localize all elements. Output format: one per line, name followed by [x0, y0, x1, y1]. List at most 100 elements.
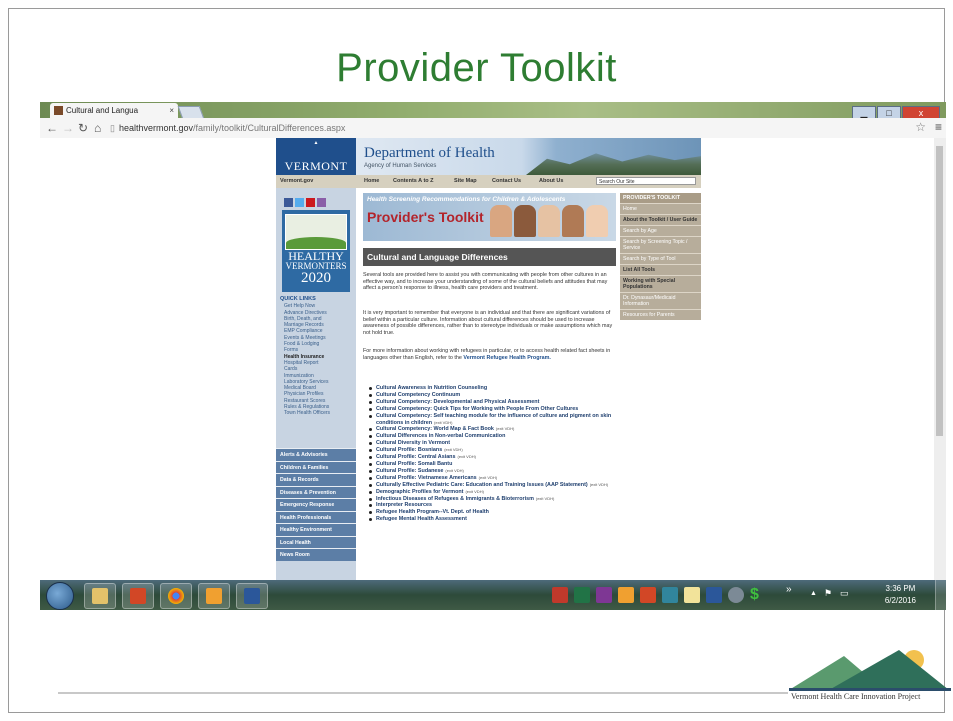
- category-item[interactable]: Children & Families: [276, 460, 356, 473]
- chrome-taskbar-button[interactable]: [160, 583, 192, 609]
- word-quick-icon[interactable]: [706, 587, 722, 603]
- twitter-icon[interactable]: [295, 198, 304, 207]
- excel-icon[interactable]: [574, 587, 590, 603]
- outlook-taskbar-button[interactable]: [198, 583, 230, 609]
- resource-link[interactable]: Refugee Health Program--Vt. Dept. of Hea…: [368, 509, 613, 516]
- network-icon[interactable]: ▭: [840, 588, 849, 599]
- explorer-taskbar-button[interactable]: [84, 583, 116, 609]
- category-item[interactable]: Healthy Environment: [276, 523, 356, 536]
- category-item[interactable]: Emergency Response: [276, 498, 356, 511]
- resource-link[interactable]: Cultural Profile: Bosnians (exit VDH): [368, 447, 613, 454]
- resource-link-text[interactable]: Culturally Effective Pediatric Care: Edu…: [376, 482, 588, 488]
- resource-link-text[interactable]: Cultural Diversity in Vermont: [376, 440, 450, 446]
- resource-link[interactable]: Infectious Diseases of Refugees & Immigr…: [368, 496, 613, 503]
- resource-link-text[interactable]: Cultural Competency: World Map & Fact Bo…: [376, 426, 494, 432]
- category-item[interactable]: Alerts & Advisories: [276, 448, 356, 461]
- resource-link-text[interactable]: Interpreter Resources: [376, 502, 432, 508]
- acrobat-icon[interactable]: [552, 587, 568, 603]
- nav-site-map[interactable]: Site Map: [454, 178, 477, 184]
- tools-icon[interactable]: [728, 587, 744, 603]
- resource-link[interactable]: Cultural Profile: Vietnamese Americans (e…: [368, 475, 613, 482]
- forward-arrow-icon[interactable]: →: [62, 121, 74, 135]
- category-item[interactable]: Data & Records: [276, 473, 356, 486]
- resource-link-text[interactable]: Refugee Health Program--Vt. Dept. of Hea…: [376, 509, 489, 515]
- url-field[interactable]: ▯ healthvermont.gov/family/toolkit/Cultur…: [110, 121, 910, 135]
- outlook-quick-icon[interactable]: [618, 587, 634, 603]
- toolkit-menu-item[interactable]: Search by Type of Tool: [620, 253, 701, 264]
- resource-link-text[interactable]: Cultural Competency: Self teaching modul…: [376, 413, 611, 426]
- resource-link[interactable]: Cultural Differences in Non-verbal Commu…: [368, 433, 613, 440]
- resource-link-text[interactable]: Refugee Mental Health Assessment: [376, 516, 467, 522]
- resource-link-text[interactable]: Cultural Profile: Sudanese: [376, 468, 443, 474]
- reload-icon[interactable]: ↻: [78, 121, 88, 135]
- quick-link-item[interactable]: Town Health Officers: [280, 410, 354, 416]
- resource-link[interactable]: Cultural Competency: Self teaching modul…: [368, 413, 613, 427]
- category-item[interactable]: News Room: [276, 548, 356, 561]
- toolkit-menu-item[interactable]: Search by Age: [620, 225, 701, 236]
- resource-link-text[interactable]: Cultural Competency: Developmental and P…: [376, 399, 539, 405]
- resource-link[interactable]: Cultural Competency Continuum: [368, 392, 613, 399]
- resource-link-text[interactable]: Cultural Competency: Quick Tips for Work…: [376, 406, 578, 412]
- resource-link[interactable]: Cultural Competency: Quick Tips for Work…: [368, 406, 613, 413]
- dollar-icon[interactable]: $: [750, 587, 766, 603]
- nav-about[interactable]: About Us: [539, 178, 563, 184]
- healthy-vermonters-logo[interactable]: HEALTHY VERMONTERS 2020: [282, 210, 350, 292]
- publisher-icon[interactable]: [662, 587, 678, 603]
- onenote-icon[interactable]: [596, 587, 612, 603]
- site-search-input[interactable]: Search Our Site: [596, 177, 696, 185]
- start-button[interactable]: [46, 582, 74, 610]
- back-arrow-icon[interactable]: ←: [46, 121, 58, 135]
- scroll-thumb[interactable]: [936, 146, 943, 436]
- resource-link-text[interactable]: Demographic Profiles for Vermont: [376, 489, 463, 495]
- resource-link[interactable]: Cultural Profile: Somali Bantu: [368, 461, 613, 468]
- toolkit-menu-item[interactable]: List All Tools: [620, 264, 701, 275]
- nav-contact[interactable]: Contact Us: [492, 178, 521, 184]
- tab-close-icon[interactable]: ×: [169, 103, 174, 118]
- resource-link[interactable]: Demographic Profiles for Vermont (exit VD…: [368, 489, 613, 496]
- vermont-logo[interactable]: ▲ VERMONT: [276, 138, 356, 175]
- category-item[interactable]: Health Professionals: [276, 510, 356, 523]
- facebook-icon[interactable]: [284, 198, 293, 207]
- nav-contents[interactable]: Contents A to Z: [393, 178, 434, 184]
- overflow-chevron-icon[interactable]: »: [786, 584, 792, 595]
- mail-icon[interactable]: [684, 587, 700, 603]
- flag-icon[interactable]: ⚑: [824, 588, 832, 599]
- resource-link[interactable]: Cultural Awareness in Nutrition Counseli…: [368, 385, 613, 392]
- resource-link-text[interactable]: Cultural Profile: Somali Bantu: [376, 461, 452, 467]
- flickr-icon[interactable]: [317, 198, 326, 207]
- browser-tab[interactable]: Cultural and Langua ×: [50, 103, 178, 118]
- resource-link-text[interactable]: Cultural Profile: Bosnians: [376, 447, 442, 453]
- resource-link-text[interactable]: Cultural Profile: Vietnamese Americans: [376, 475, 477, 481]
- menu-icon[interactable]: ≡: [935, 120, 942, 134]
- toolkit-menu-item[interactable]: Resources for Parents: [620, 309, 701, 320]
- nav-home[interactable]: Home: [364, 178, 379, 184]
- clock[interactable]: 3:36 PM 6/2/2016: [885, 583, 916, 607]
- resource-link[interactable]: Cultural Competency: World Map & Fact Bo…: [368, 426, 613, 433]
- powerpoint-quick-icon[interactable]: [640, 587, 656, 603]
- resource-link-text[interactable]: Cultural Profile: Central Asians: [376, 454, 455, 460]
- toolkit-menu-item[interactable]: Dr. Dynasaur/Medicaid Information: [620, 292, 701, 309]
- resource-link-text[interactable]: Infectious Diseases of Refugees & Immigr…: [376, 496, 534, 502]
- youtube-icon[interactable]: [306, 198, 315, 207]
- toolkit-menu-item[interactable]: Search by Screening Topic / Service: [620, 236, 701, 253]
- nav-vermont-gov[interactable]: Vermont.gov: [280, 178, 313, 184]
- category-item[interactable]: Local Health: [276, 535, 356, 548]
- resource-link[interactable]: Cultural Profile: Sudanese (exit VDH): [368, 468, 613, 475]
- home-icon[interactable]: ⌂: [94, 121, 101, 135]
- resource-link-text[interactable]: Cultural Differences in Non-verbal Commu…: [376, 433, 505, 439]
- resource-link[interactable]: Refugee Mental Health Assessment: [368, 516, 613, 523]
- resource-link[interactable]: Cultural Profile: Central Asians (exit VD…: [368, 454, 613, 461]
- show-hidden-icons[interactable]: ▲: [810, 590, 817, 597]
- refugee-program-link[interactable]: Vermont Refugee Health Program.: [463, 355, 550, 361]
- resource-link[interactable]: Cultural Competency: Developmental and P…: [368, 399, 613, 406]
- toolkit-menu-item[interactable]: Working with Special Populations: [620, 275, 701, 292]
- resource-link[interactable]: Cultural Diversity in Vermont: [368, 440, 613, 447]
- toolkit-menu-item[interactable]: About the Toolkit / User Guide: [620, 214, 701, 225]
- resource-link[interactable]: Interpreter Resources: [368, 502, 613, 509]
- resource-link[interactable]: Culturally Effective Pediatric Care: Edu…: [368, 482, 613, 489]
- powerpoint-taskbar-button[interactable]: [122, 583, 154, 609]
- resource-link-text[interactable]: Cultural Awareness in Nutrition Counseli…: [376, 385, 487, 391]
- toolkit-menu-item[interactable]: Home: [620, 203, 701, 214]
- show-desktop-button[interactable]: [935, 580, 946, 610]
- category-item[interactable]: Diseases & Prevention: [276, 485, 356, 498]
